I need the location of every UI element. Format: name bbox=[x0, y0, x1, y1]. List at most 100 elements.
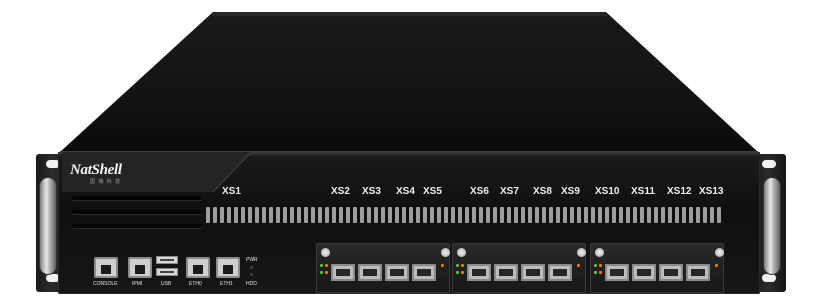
bezel-slot bbox=[72, 210, 202, 214]
sfp-module bbox=[316, 243, 450, 293]
status-led bbox=[320, 264, 323, 267]
thumbscrew-icon bbox=[715, 248, 724, 257]
usb-label: USB bbox=[161, 281, 172, 287]
vent-slat bbox=[486, 207, 490, 223]
vent-slat bbox=[542, 207, 546, 223]
console-port bbox=[94, 257, 118, 278]
vent-slat bbox=[388, 207, 392, 223]
pwr-led bbox=[250, 266, 253, 269]
vent-slat bbox=[367, 207, 371, 223]
vent-slat bbox=[675, 207, 679, 223]
thumbscrew-icon bbox=[441, 248, 450, 257]
eth1-port bbox=[216, 257, 240, 278]
sfp-cage bbox=[632, 264, 656, 281]
vent-slat bbox=[304, 207, 308, 223]
vent-slat bbox=[556, 207, 560, 223]
port-label-xs12: XS12 bbox=[667, 186, 692, 197]
port-label-xs8: XS8 bbox=[533, 186, 552, 197]
vent-slat bbox=[689, 207, 693, 223]
vent-slat bbox=[717, 207, 721, 223]
port-label-xs2: XS2 bbox=[331, 186, 350, 197]
usb-port bbox=[156, 268, 178, 276]
vent-slat bbox=[374, 207, 378, 223]
vent-slat bbox=[234, 207, 238, 223]
status-led bbox=[461, 264, 464, 267]
sfp-cage bbox=[605, 264, 629, 281]
vent-slat bbox=[612, 207, 616, 223]
vent-slat bbox=[535, 207, 539, 223]
vent-slat bbox=[626, 207, 630, 223]
vent-slat bbox=[444, 207, 448, 223]
vent-slat bbox=[682, 207, 686, 223]
vent-slat bbox=[647, 207, 651, 223]
vent-slat bbox=[500, 207, 504, 223]
hdd-led bbox=[250, 273, 253, 276]
port-label-xs3: XS3 bbox=[362, 186, 381, 197]
vent-slat bbox=[570, 207, 574, 223]
server-appliance-photo: NatShell 国 瑞 科 技 XS1 XS2 XS3 XS4 XS5 XS6 XS7 XS… bbox=[0, 0, 820, 307]
ipmi-label: IPMI bbox=[132, 281, 143, 287]
port-label-xs7: XS7 bbox=[500, 186, 519, 197]
vent-slat bbox=[661, 207, 665, 223]
vent-slat bbox=[591, 207, 595, 223]
vent-slat bbox=[430, 207, 434, 223]
vent-slat bbox=[213, 207, 217, 223]
thumbscrew-icon bbox=[577, 248, 586, 257]
status-led bbox=[325, 271, 328, 274]
vent-slat bbox=[206, 207, 210, 223]
vent-slat bbox=[248, 207, 252, 223]
left-handle bbox=[40, 178, 56, 274]
port-label-xs9: XS9 bbox=[561, 186, 580, 197]
port-label-xs4: XS4 bbox=[396, 186, 415, 197]
vent-slat bbox=[584, 207, 588, 223]
vent-slat bbox=[451, 207, 455, 223]
vent-slat bbox=[416, 207, 420, 223]
port-label-xs1: XS1 bbox=[222, 186, 241, 197]
vent-slat bbox=[458, 207, 462, 223]
sfp-cage bbox=[521, 264, 545, 281]
sfp-cage bbox=[686, 264, 710, 281]
vent-slat bbox=[325, 207, 329, 223]
right-handle bbox=[764, 178, 780, 274]
status-led bbox=[599, 264, 602, 267]
vent-slat bbox=[423, 207, 427, 223]
vent-slat bbox=[668, 207, 672, 223]
vent-slat bbox=[640, 207, 644, 223]
vent-slat bbox=[521, 207, 525, 223]
vent-slat bbox=[269, 207, 273, 223]
vent-slat bbox=[262, 207, 266, 223]
vent-slat bbox=[255, 207, 259, 223]
sfp-cage bbox=[385, 264, 409, 281]
vent-slat bbox=[318, 207, 322, 223]
port-label-xs10: XS10 bbox=[595, 186, 620, 197]
console-label: CONSOLE bbox=[93, 281, 118, 287]
thumbscrew-icon bbox=[321, 248, 330, 257]
thumbscrew-icon bbox=[457, 248, 466, 257]
vent-slat bbox=[241, 207, 245, 223]
bezel-slot bbox=[72, 224, 202, 228]
vent-slat bbox=[710, 207, 714, 223]
eth0-label: ETH0 bbox=[189, 281, 202, 287]
eth1-label: ETH1 bbox=[220, 281, 233, 287]
vent-slat bbox=[395, 207, 399, 223]
port-label-xs13: XS13 bbox=[699, 186, 724, 197]
vent-slat bbox=[507, 207, 511, 223]
status-led bbox=[441, 264, 444, 267]
vent-slat bbox=[409, 207, 413, 223]
vent-slat bbox=[598, 207, 602, 223]
vent-slat bbox=[465, 207, 469, 223]
sfp-module bbox=[452, 243, 586, 293]
vent-slat bbox=[353, 207, 357, 223]
thumbscrew-icon bbox=[595, 248, 604, 257]
sfp-cage bbox=[412, 264, 436, 281]
vent-slat bbox=[220, 207, 224, 223]
port-label-xs6: XS6 bbox=[470, 186, 489, 197]
status-led bbox=[577, 264, 580, 267]
status-led bbox=[456, 264, 459, 267]
pwr-label: PWR bbox=[246, 257, 258, 263]
vent-slat bbox=[346, 207, 350, 223]
vent-slat bbox=[381, 207, 385, 223]
status-led bbox=[325, 264, 328, 267]
vent-slat bbox=[577, 207, 581, 223]
status-led bbox=[320, 271, 323, 274]
